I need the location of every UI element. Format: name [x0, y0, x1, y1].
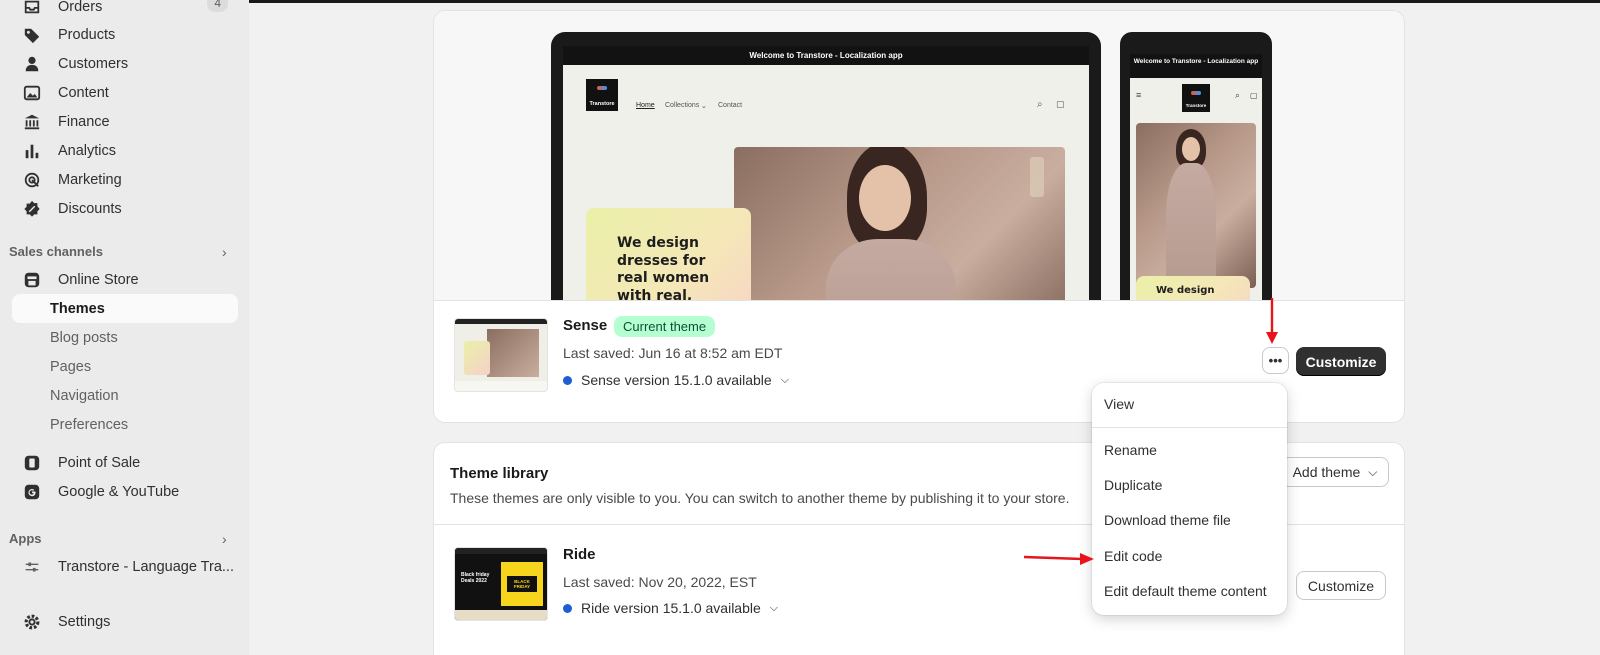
menu-icon: ≡ [1136, 90, 1142, 100]
ride-theme-last-saved: Last saved: Nov 20, 2022, EST [563, 574, 757, 590]
desktop-preview: Welcome to Transtore - Localization app … [551, 32, 1101, 300]
inbox-icon [22, 0, 42, 17]
sales-channels-heading: Sales channels [9, 244, 103, 259]
theme-actions-dropdown: View Rename Duplicate Download theme fil… [1092, 383, 1287, 615]
sense-theme-thumbnail [454, 318, 548, 392]
sidebar-item-discounts[interactable]: Discounts [12, 194, 238, 223]
sidebar-item-customers[interactable]: Customers [12, 49, 238, 78]
menu-item-edit-default-theme-content[interactable]: Edit default theme content [1104, 583, 1267, 599]
ride-theme-thumbnail: Black friday Deals 2022 BLACK FRIDAY [454, 547, 548, 621]
add-theme-button[interactable]: Add theme ⌵ [1281, 457, 1389, 487]
mobile-announcement-bar: Welcome to Transtore - Localization app [1130, 54, 1262, 78]
apps-heading: Apps [9, 531, 42, 546]
sliders-icon [22, 557, 42, 577]
chevron-right-icon[interactable]: › [222, 531, 227, 547]
customize-current-theme-button[interactable]: Customize [1296, 347, 1386, 376]
sidebar-item-preferences[interactable]: Preferences [12, 410, 238, 439]
sidebar-item-transtore-app[interactable]: Transtore - Language Tra... [12, 552, 238, 581]
bank-icon [22, 112, 42, 132]
mobile-store-logo: Transtore [1182, 84, 1210, 112]
tag-icon [22, 25, 42, 45]
menu-item-edit-code[interactable]: Edit code [1104, 548, 1162, 564]
search-icon: ⌕ [1037, 99, 1043, 110]
current-theme-version[interactable]: Sense version 15.1.0 available ⌵ [563, 372, 789, 388]
menu-item-view[interactable]: View [1104, 396, 1134, 412]
desktop-screen: Welcome to Transtore - Localization app … [563, 46, 1089, 300]
mobile-cart-icon: ▢ [1250, 91, 1258, 100]
mobile-hero-image [1136, 123, 1256, 288]
sidebar-item-content[interactable]: Content [12, 78, 238, 107]
mobile-search-icon: ⌕ [1235, 90, 1241, 100]
theme-library-title: Theme library [450, 465, 549, 482]
sidebar-item-online-store[interactable]: Online Store [12, 265, 238, 294]
sidebar-item-navigation[interactable]: Navigation [12, 381, 238, 410]
chevron-down-icon: ⌵ [1368, 464, 1378, 479]
mobile-screen: Welcome to Transtore - Localization app … [1130, 54, 1262, 300]
theme-actions-menu-button[interactable]: ••• [1262, 347, 1289, 374]
promo-box: We design dresses for real women with re… [586, 208, 751, 300]
google-icon [22, 482, 42, 502]
current-theme-card: Welcome to Transtore - Localization app … [433, 10, 1405, 423]
discount-icon [22, 199, 42, 219]
orders-count-badge: 4 [207, 0, 228, 12]
chevron-down-icon: ⌄ [701, 103, 707, 110]
current-theme-last-saved: Last saved: Jun 16 at 8:52 am EDT [563, 345, 783, 361]
sidebar-item-marketing[interactable]: Marketing [12, 165, 238, 194]
cart-icon: ▢ [1056, 99, 1065, 109]
sidebar-item-point-of-sale[interactable]: Point of Sale [12, 448, 238, 477]
current-theme-badge: Current theme [614, 316, 716, 337]
ride-theme-name: Ride [563, 546, 596, 563]
store-icon [22, 270, 42, 290]
current-theme-name: Sense [563, 317, 608, 334]
preview-nav-contact: Contact [718, 102, 743, 109]
pos-icon [22, 453, 42, 473]
person-icon [22, 54, 42, 74]
announcement-bar: Welcome to Transtore - Localization app [563, 46, 1089, 65]
customize-ride-theme-button[interactable]: Customize [1296, 571, 1386, 600]
mobile-promo-box: We design [1136, 276, 1250, 300]
menu-item-download-theme-file[interactable]: Download theme file [1104, 512, 1231, 528]
sidebar: Orders 4 Products Customers Content Fina… [0, 0, 249, 655]
sidebar-item-blog-posts[interactable]: Blog posts [12, 323, 238, 352]
mobile-preview: Welcome to Transtore - Localization app … [1120, 32, 1272, 300]
menu-item-duplicate[interactable]: Duplicate [1104, 477, 1162, 493]
preview-nav-home: Home [636, 102, 655, 109]
sidebar-item-themes[interactable]: Themes [12, 294, 238, 323]
sidebar-item-analytics[interactable]: Analytics [12, 136, 238, 165]
preview-nav-collections: Collections [665, 102, 700, 109]
target-icon [22, 170, 42, 190]
update-dot-icon [563, 375, 572, 385]
chevron-right-icon[interactable]: › [222, 244, 227, 260]
image-icon [22, 83, 42, 103]
sidebar-item-pages[interactable]: Pages [12, 352, 238, 381]
sidebar-item-google-youtube[interactable]: Google & YouTube [12, 477, 238, 506]
gear-icon [22, 612, 42, 632]
store-logo: Transtore [586, 79, 618, 111]
theme-preview[interactable]: Welcome to Transtore - Localization app … [434, 11, 1404, 301]
sidebar-item-finance[interactable]: Finance [12, 107, 238, 136]
update-dot-icon [563, 603, 572, 613]
sidebar-item-settings[interactable]: Settings [12, 607, 238, 636]
sidebar-item-products[interactable]: Products [12, 20, 238, 49]
menu-item-rename[interactable]: Rename [1104, 442, 1157, 458]
top-bar-edge [249, 0, 1600, 3]
chevron-down-icon: ⌵ [780, 373, 790, 386]
main-content: Welcome to Transtore - Localization app … [249, 0, 1600, 655]
ride-theme-version[interactable]: Ride version 15.1.0 available ⌵ [563, 600, 778, 616]
sidebar-item-orders[interactable]: Orders 4 [12, 0, 238, 21]
bar-chart-icon [22, 141, 42, 161]
hero-image [734, 147, 1065, 300]
theme-library-description: These themes are only visible to you. Yo… [450, 490, 1070, 506]
chevron-down-icon: ⌵ [769, 601, 779, 614]
menu-divider [1092, 427, 1287, 428]
